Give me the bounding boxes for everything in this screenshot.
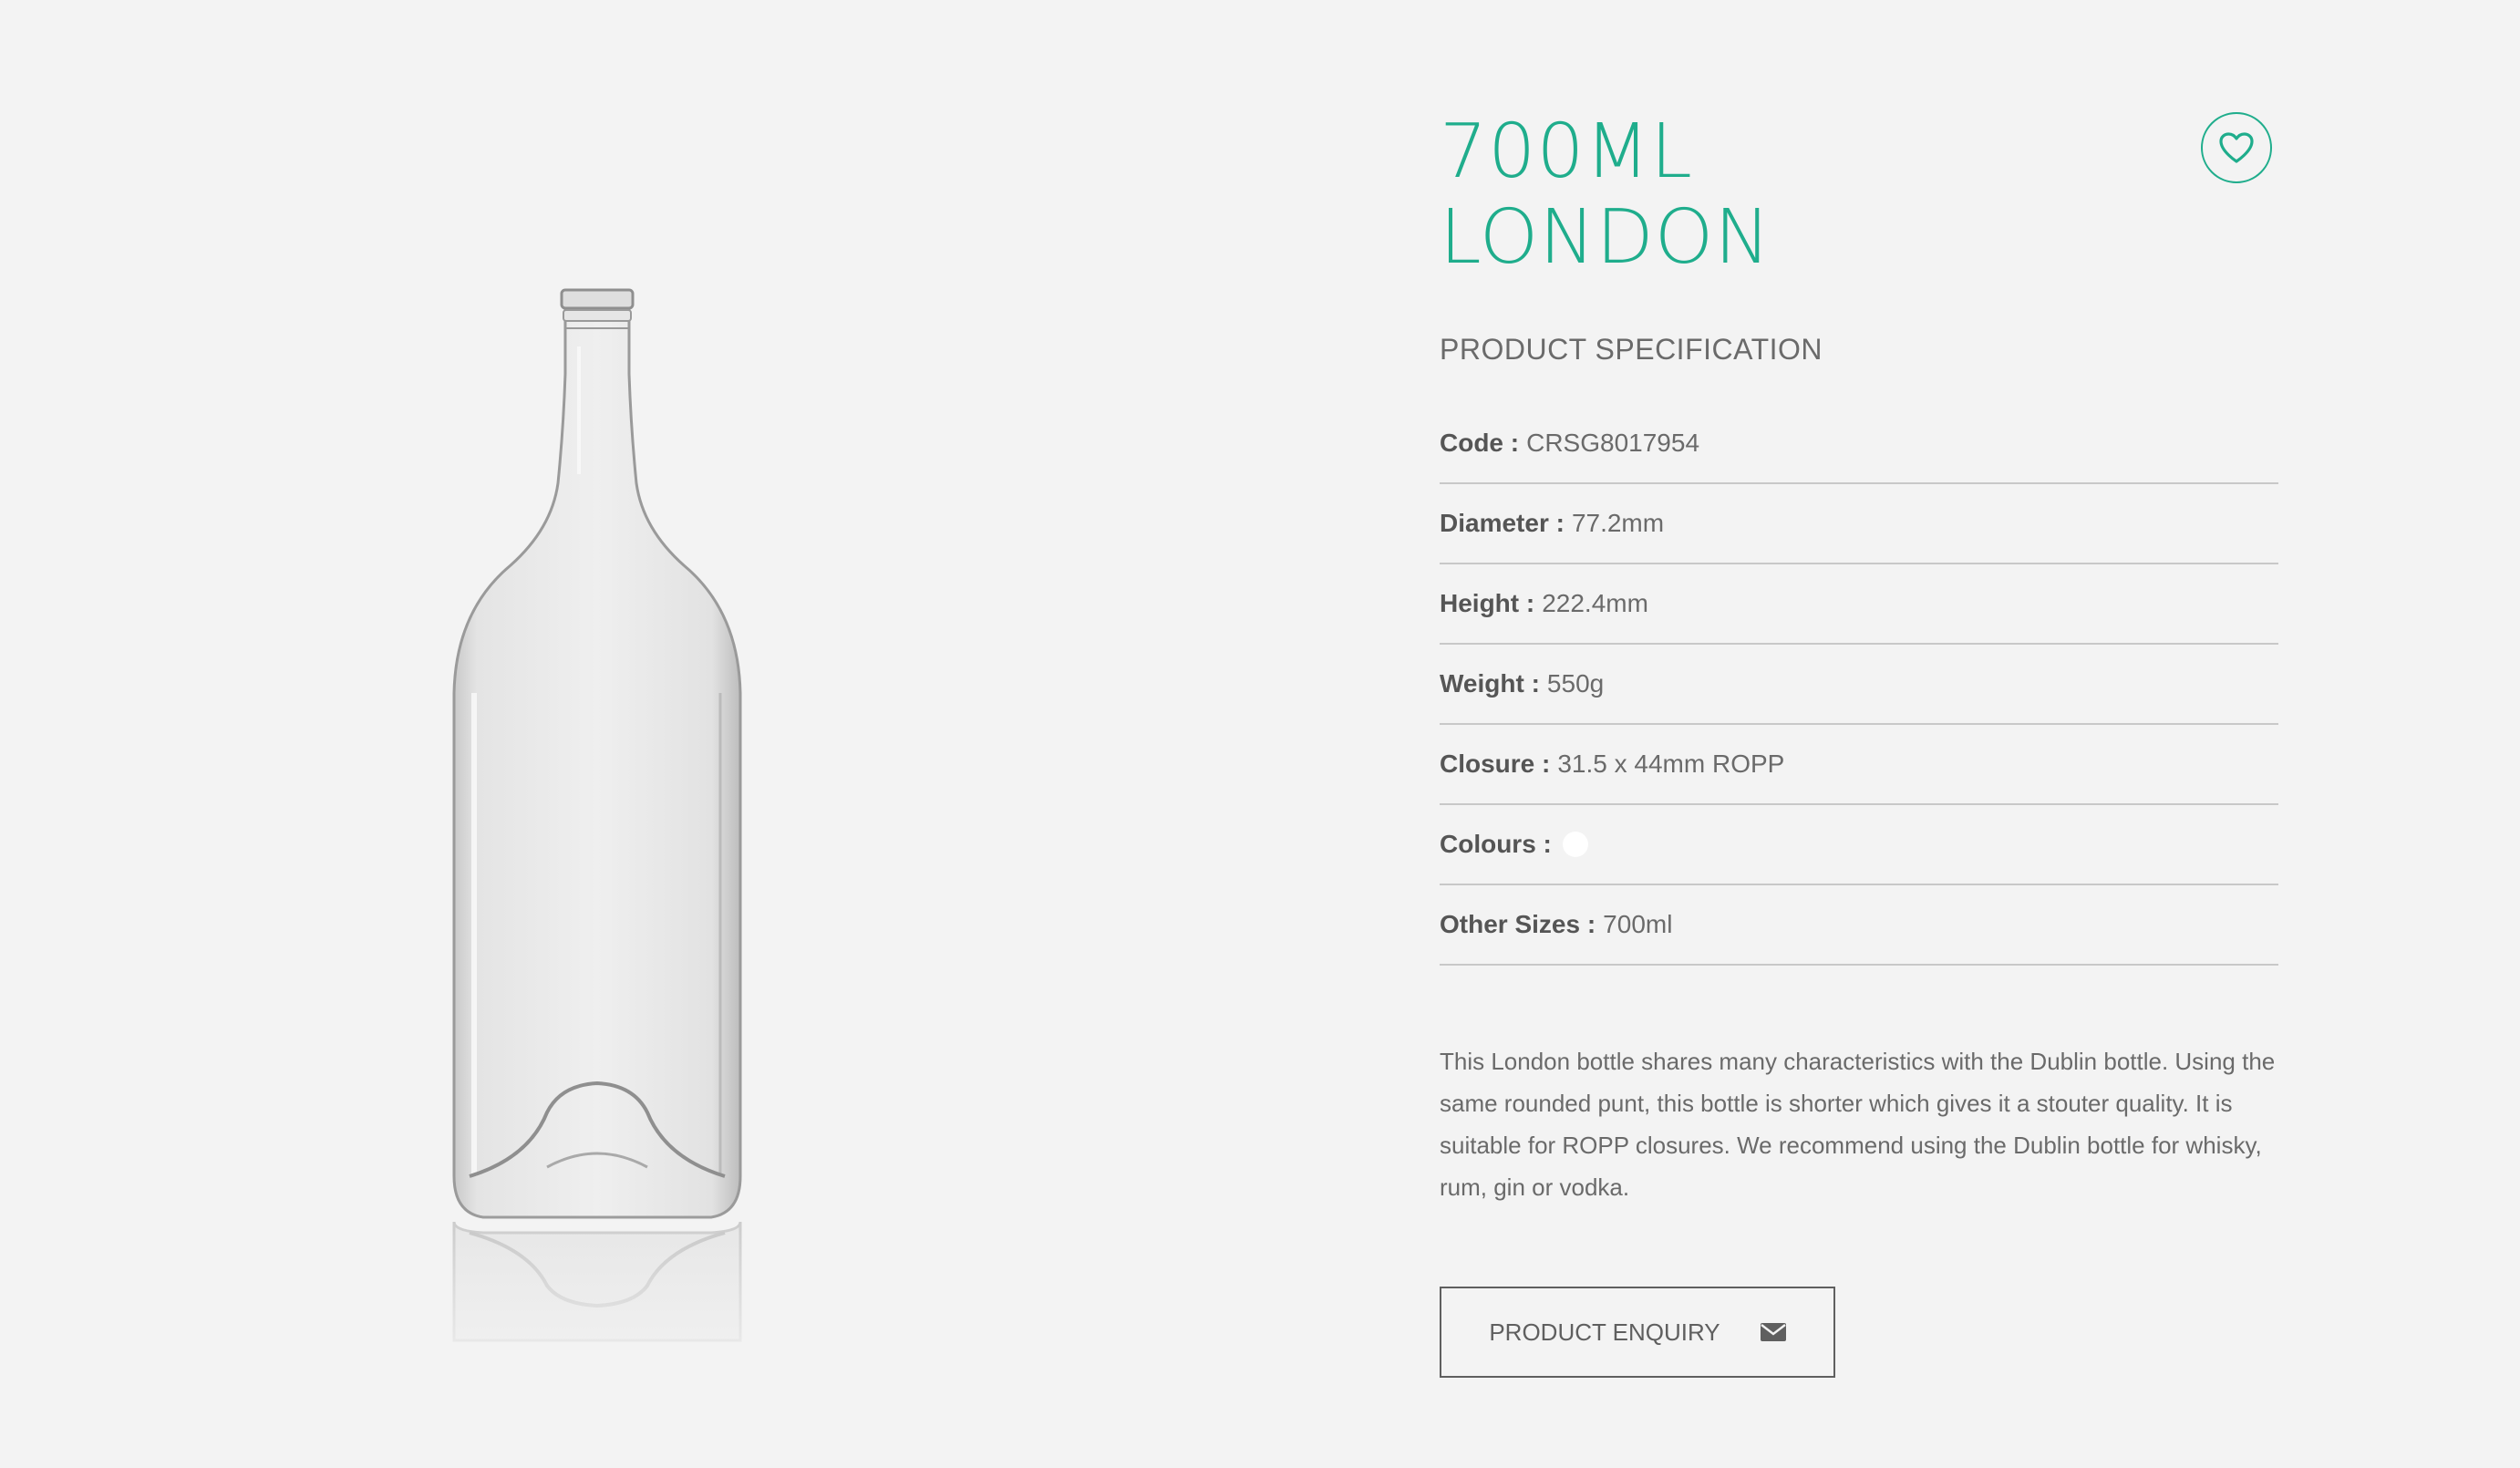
spec-row-weight: Weight : 550g [1440,646,2278,725]
spec-row-diameter: Diameter : 77.2mm [1440,485,2278,564]
heart-icon [2219,132,2254,163]
spec-heading: PRODUCT SPECIFICATION [1440,333,1823,366]
spec-value: 550g [1546,668,1605,698]
spec-label: Other Sizes : [1440,909,1596,938]
envelope-icon [1760,1323,1786,1341]
spec-label: Code : [1440,428,1520,457]
spec-row-other-sizes: Other Sizes : 700ml [1440,886,2278,966]
spec-row-height: Height : 222.4mm [1440,565,2278,645]
product-details: 700ML LONDON PRODUCT SPECIFICATION Code … [1440,109,2278,1378]
spec-row-code: Code : CRSG8017954 [1440,405,2278,484]
spec-label: Colours : [1440,829,1552,858]
spec-label: Closure : [1440,749,1551,778]
spec-list: Code : CRSG8017954 Diameter : 77.2mm Hei… [1440,405,2278,966]
colour-swatch[interactable] [1562,831,1588,857]
product-image [401,264,857,1386]
product-enquiry-button[interactable]: PRODUCT ENQUIRY [1440,1287,1835,1378]
spec-value: 222.4mm [1542,588,1648,617]
enquiry-label: PRODUCT ENQUIRY [1489,1318,1720,1346]
favourite-button[interactable] [2201,112,2272,183]
spec-row-closure: Closure : 31.5 x 44mm ROPP [1440,726,2278,805]
other-size-link[interactable]: 700ml [1603,910,1672,939]
spec-label: Diameter : [1440,508,1565,537]
spec-value: 77.2mm [1571,508,1665,537]
spec-label: Height : [1440,588,1535,617]
product-description: This London bottle shares many character… [1440,1048,2276,1201]
product-title-line2: LONDON [1440,194,1771,281]
spec-row-colours: Colours : [1440,806,2278,885]
spec-label: Weight : [1440,668,1540,698]
spec-value: CRSG8017954 [1526,428,1700,457]
product-title: 700ML LONDON [1440,109,2278,281]
product-title-line1: 700ML [1440,109,1693,195]
bottle-image [438,288,757,1386]
spec-value: 31.5 x 44mm ROPP [1557,749,1785,778]
